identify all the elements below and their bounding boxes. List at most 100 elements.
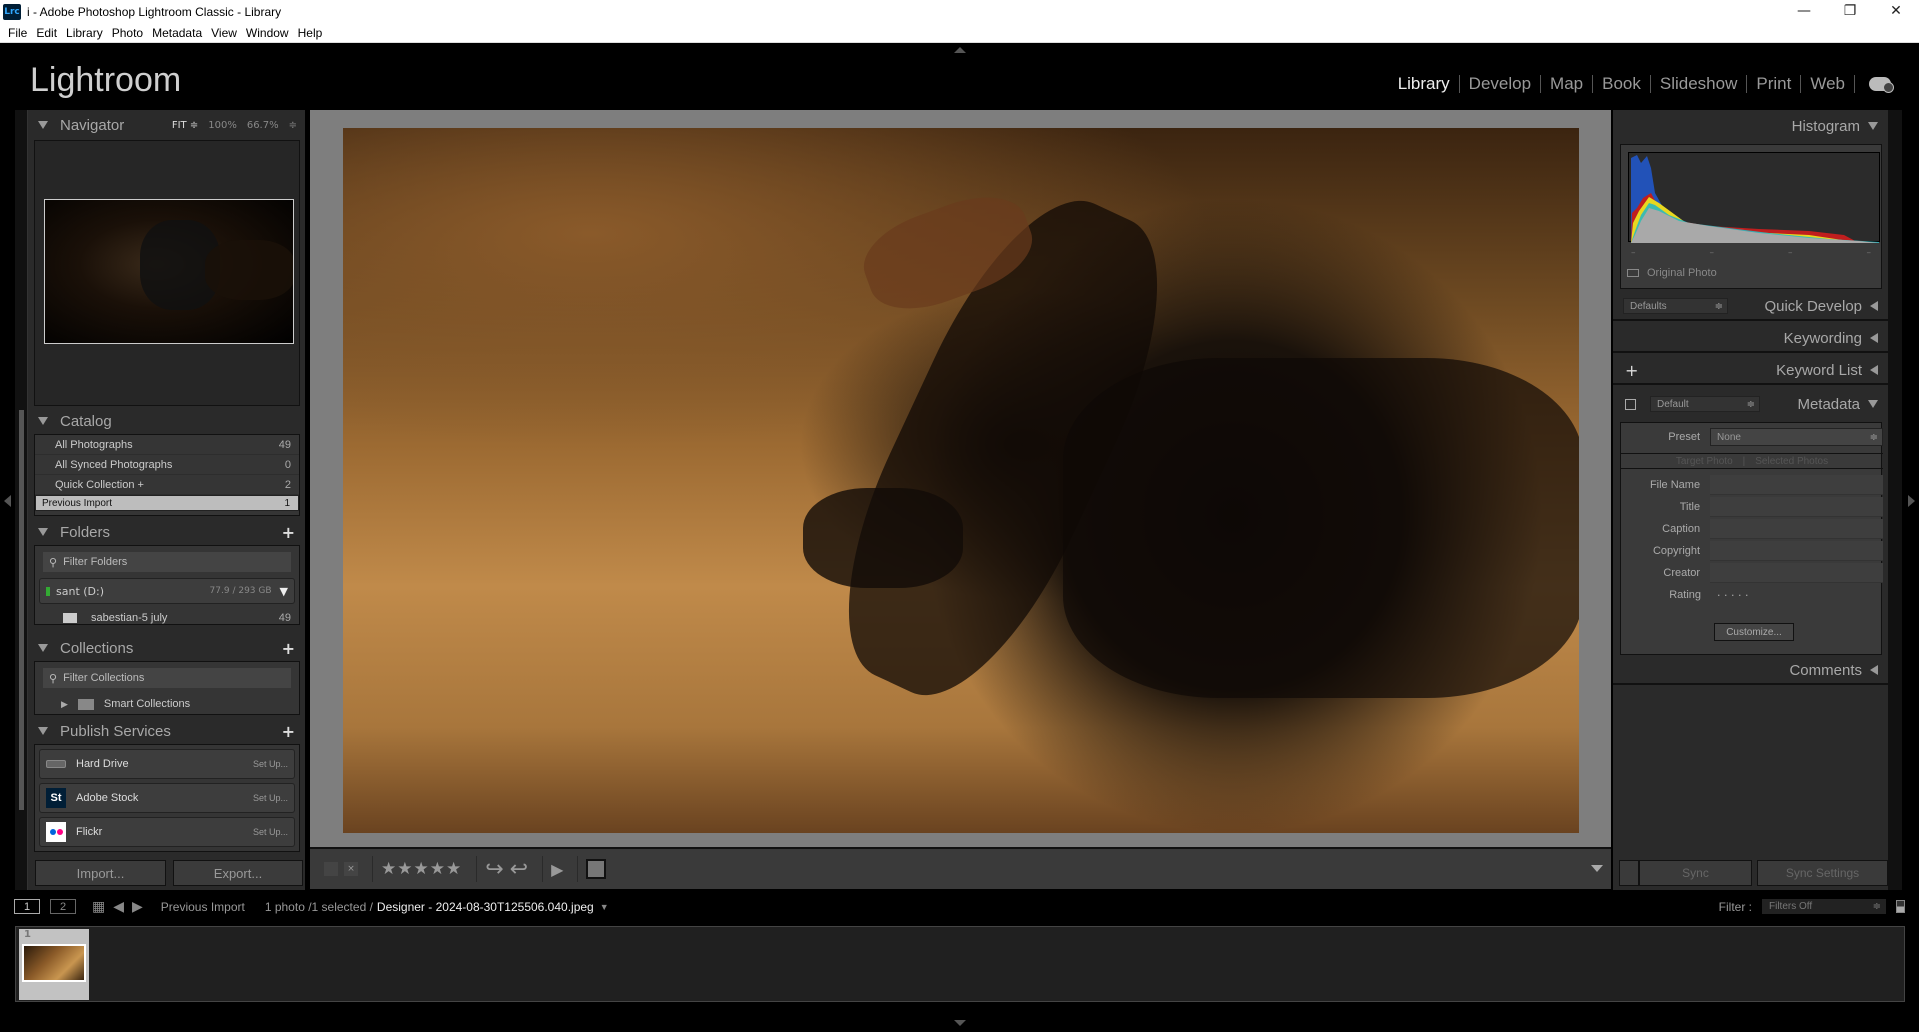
add-collection-icon[interactable]: + xyxy=(282,639,295,658)
grid-view-icon[interactable]: ▦ xyxy=(92,898,105,915)
catalog-item[interactable]: All Photographs 49 xyxy=(35,435,299,455)
auto-sync-toggle[interactable] xyxy=(1619,860,1639,886)
left-scrollbar[interactable] xyxy=(19,410,24,810)
collapse-bottom-arrow-icon[interactable] xyxy=(954,1020,966,1026)
flag-reject-icon[interactable]: × xyxy=(344,862,358,876)
metadata-preset-select[interactable]: None ≑ xyxy=(1710,428,1883,446)
loupe-view[interactable] xyxy=(310,110,1611,847)
publish-service-item[interactable]: Flickr Set Up... xyxy=(39,817,295,847)
star-rating-control[interactable]: ★★★★★ xyxy=(381,859,462,879)
triangle-right-icon[interactable]: ▶ xyxy=(61,699,68,710)
title-field[interactable] xyxy=(1710,497,1883,517)
menu-window[interactable]: Window xyxy=(246,26,289,40)
checkbox-icon[interactable] xyxy=(1627,269,1639,277)
histogram-header[interactable]: Histogram xyxy=(1613,112,1888,140)
module-slideshow[interactable]: Slideshow xyxy=(1651,75,1748,93)
filter-lock-toggle[interactable] xyxy=(1896,900,1905,913)
menu-photo[interactable]: Photo xyxy=(112,26,143,40)
zoom-custom-option[interactable]: 66.7% xyxy=(247,120,279,131)
thumbnail-image[interactable] xyxy=(22,944,86,982)
zoom-100-option[interactable]: 100% xyxy=(208,120,237,131)
menu-metadata[interactable]: Metadata xyxy=(152,26,202,40)
navigator-preview[interactable] xyxy=(34,140,300,406)
menu-library[interactable]: Library xyxy=(66,26,103,40)
main-photo[interactable] xyxy=(343,128,1579,833)
drive-row[interactable]: sant (D:) 77.9 / 293 GB ▼ xyxy=(39,578,295,604)
module-map[interactable]: Map xyxy=(1541,75,1594,93)
maximize-button[interactable]: ❐ xyxy=(1827,0,1873,23)
menu-help[interactable]: Help xyxy=(298,26,323,40)
publish-services-header[interactable]: Publish Services + xyxy=(28,718,305,744)
main-window-button[interactable]: 1 xyxy=(14,899,40,914)
filter-select[interactable]: Filters Off ≑ xyxy=(1762,899,1886,914)
zoom-stepper-icon[interactable]: ≑ xyxy=(289,120,297,131)
comments-header[interactable]: Comments xyxy=(1613,657,1888,685)
folders-header[interactable]: Folders + xyxy=(28,519,305,545)
quick-develop-preset-select[interactable]: Defaults ≑ xyxy=(1623,298,1728,314)
module-library[interactable]: Library xyxy=(1389,75,1460,93)
navigator-header[interactable]: Navigator FIT ≑ 100% 66.7% ≑ xyxy=(28,112,305,138)
minimize-button[interactable]: — xyxy=(1781,0,1827,23)
triangle-down-icon[interactable]: ▼ xyxy=(280,585,288,598)
publish-service-item[interactable]: Hard Drive Set Up... xyxy=(39,749,295,779)
slideshow-play-icon[interactable]: ▶ xyxy=(551,860,563,879)
collection-item[interactable]: ▶ Smart Collections xyxy=(35,694,299,714)
menu-view[interactable]: View xyxy=(211,26,237,40)
menu-file[interactable]: File xyxy=(8,26,27,40)
caption-field[interactable] xyxy=(1710,519,1883,539)
import-button[interactable]: Import... xyxy=(35,860,166,886)
target-photo-tab[interactable]: Target Photo xyxy=(1676,456,1733,467)
rotate-left-icon[interactable]: ↪ xyxy=(485,857,503,882)
left-panel-edge[interactable] xyxy=(15,110,28,890)
metadata-header[interactable]: Default ≑ Metadata xyxy=(1613,390,1888,418)
folder-item[interactable]: sabestian-5 july 49 xyxy=(35,608,299,628)
setup-link[interactable]: Set Up... xyxy=(253,759,288,769)
back-arrow-icon[interactable]: ◀ xyxy=(113,898,124,915)
second-window-button[interactable]: 2 xyxy=(50,899,76,914)
forward-arrow-icon[interactable]: ▶ xyxy=(132,898,143,915)
navigator-thumbnail[interactable] xyxy=(44,199,294,344)
histogram-graph[interactable] xyxy=(1628,152,1880,243)
sync-button[interactable]: Sync xyxy=(1639,860,1752,886)
flag-pick-icon[interactable] xyxy=(324,862,338,876)
publish-service-item[interactable]: St Adobe Stock Set Up... xyxy=(39,783,295,813)
cloud-sync-icon[interactable] xyxy=(1869,77,1894,93)
module-book[interactable]: Book xyxy=(1593,75,1651,93)
selected-photos-tab[interactable]: Selected Photos xyxy=(1755,456,1828,467)
right-panel-edge[interactable] xyxy=(1888,110,1902,890)
zoom-fit-option[interactable]: FIT ≑ xyxy=(172,120,198,131)
face-detection-icon[interactable] xyxy=(586,859,607,879)
keywording-header[interactable]: Keywording xyxy=(1613,325,1888,353)
collapse-top-arrow-icon[interactable] xyxy=(954,47,966,53)
catalog-header[interactable]: Catalog xyxy=(28,408,305,434)
quick-develop-header[interactable]: Defaults ≑ Quick Develop xyxy=(1613,293,1888,321)
file-name-field[interactable] xyxy=(1710,475,1883,495)
filename-dropdown-icon[interactable]: ▼ xyxy=(600,902,609,912)
setup-link[interactable]: Set Up... xyxy=(253,827,288,837)
menu-edit[interactable]: Edit xyxy=(36,26,57,40)
source-label[interactable]: Previous Import xyxy=(161,900,245,914)
keyword-list-header[interactable]: + Keyword List xyxy=(1613,357,1888,385)
collapse-right-arrow-icon[interactable] xyxy=(1908,495,1915,507)
rotate-right-icon[interactable]: ↩ xyxy=(510,857,528,882)
metadata-edit-icon[interactable] xyxy=(1625,398,1636,410)
creator-field[interactable] xyxy=(1710,563,1883,583)
filmstrip-thumbnail[interactable]: 1 xyxy=(19,929,89,1000)
export-button[interactable]: Export... xyxy=(173,860,303,886)
collapse-left-arrow-icon[interactable] xyxy=(4,495,11,507)
filter-folders-input[interactable]: ⚲ Filter Folders xyxy=(43,552,291,572)
rating-dots[interactable]: · · · · · xyxy=(1717,589,1748,602)
copyright-field[interactable] xyxy=(1710,541,1883,561)
add-publish-service-icon[interactable]: + xyxy=(282,722,295,741)
catalog-item[interactable]: All Synced Photographs 0 xyxy=(35,455,299,475)
close-button[interactable]: ✕ xyxy=(1873,0,1919,23)
module-web[interactable]: Web xyxy=(1801,75,1855,93)
sync-settings-button[interactable]: Sync Settings xyxy=(1757,860,1888,886)
customize-button[interactable]: Customize... xyxy=(1714,623,1794,641)
original-photo-checkbox[interactable]: Original Photo xyxy=(1627,267,1717,279)
filter-collections-input[interactable]: ⚲ Filter Collections xyxy=(43,668,291,688)
catalog-item[interactable]: Quick Collection + 2 xyxy=(35,475,299,495)
toolbar-options-dropdown-icon[interactable] xyxy=(1591,865,1603,872)
add-keyword-icon[interactable]: + xyxy=(1625,361,1638,380)
collections-header[interactable]: Collections + xyxy=(28,635,305,661)
